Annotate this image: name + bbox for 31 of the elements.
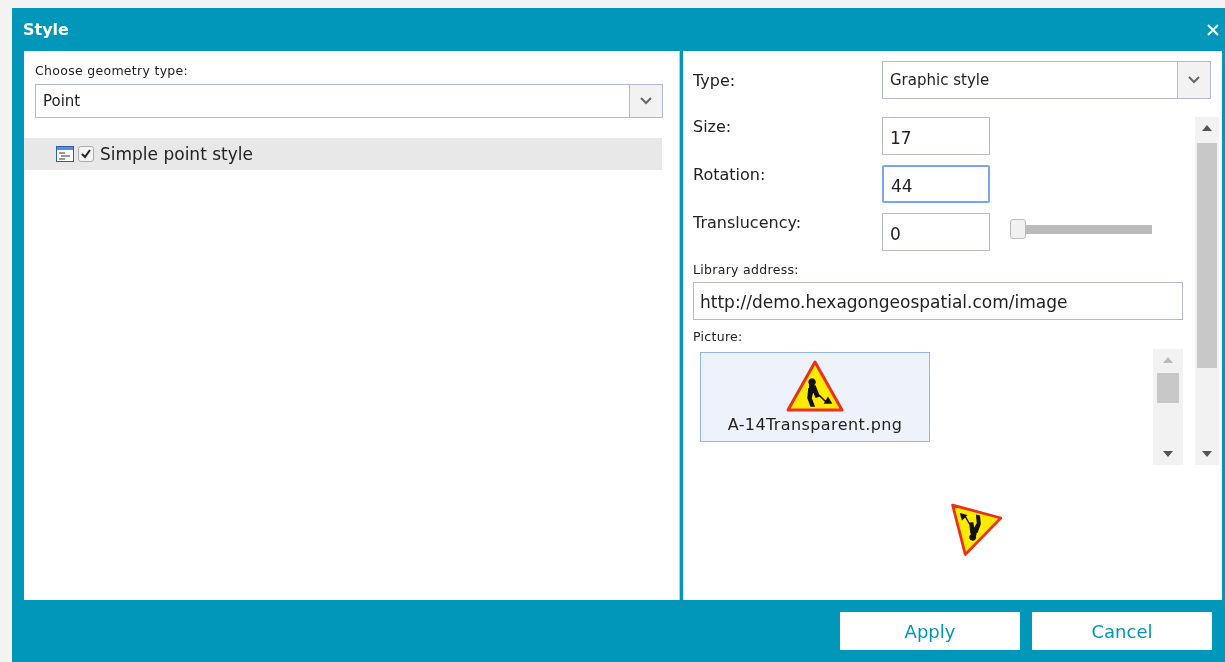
chevron-down-icon — [1188, 76, 1200, 84]
close-icon[interactable] — [1207, 23, 1219, 36]
type-label: Type: — [693, 70, 737, 90]
scroll-down-icon[interactable] — [1163, 451, 1173, 457]
scrollbar-thumb[interactable] — [1197, 143, 1217, 368]
picture-tile[interactable]: A-14Transparent.png — [700, 352, 930, 442]
slider-thumb[interactable] — [1010, 219, 1026, 240]
library-address-field[interactable]: http://demo.hexagongeospatial.com/image — [693, 281, 1183, 320]
scroll-up-icon[interactable] — [1202, 125, 1212, 131]
window-title: Style — [23, 20, 69, 39]
field-label: Translucency: — [693, 213, 803, 233]
input-field[interactable]: 17 — [882, 117, 990, 155]
scroll-down-icon[interactable] — [1202, 451, 1212, 457]
road-work-sign-icon — [785, 359, 845, 413]
checkbox[interactable] — [78, 146, 94, 162]
type-dropdown[interactable]: Graphic style — [882, 61, 1211, 99]
field-label: Rotation: — [693, 165, 767, 185]
field-label: Size: — [693, 117, 733, 136]
chevron-down-icon — [640, 97, 652, 105]
scrollbar[interactable] — [1195, 117, 1219, 465]
library-address-label: Library address: — [693, 261, 800, 277]
geometry-dropdown[interactable]: Point — [35, 84, 663, 118]
scrollbar[interactable] — [1153, 349, 1183, 465]
picture-label: Picture: — [693, 329, 744, 344]
tree-item-label: Simple point style — [100, 144, 253, 164]
geometry-label: Choose geometry type: — [35, 63, 189, 78]
input-field[interactable]: 0 — [882, 213, 990, 252]
input-field[interactable]: 44 — [882, 165, 990, 204]
tree-item[interactable]: Simple point style — [24, 138, 662, 170]
list-icon — [56, 146, 74, 162]
scrollbar-thumb[interactable] — [1157, 373, 1179, 403]
